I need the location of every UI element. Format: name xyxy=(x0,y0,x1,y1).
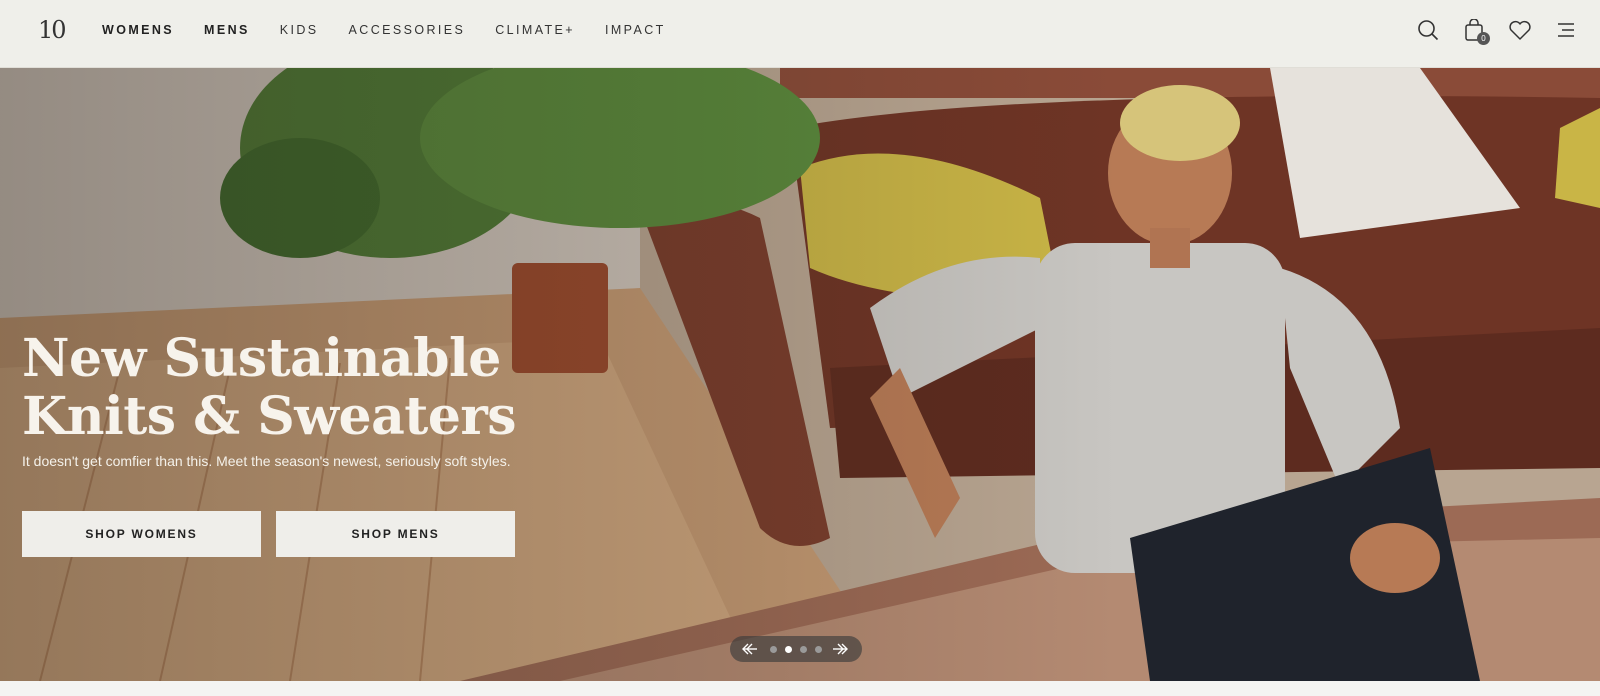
nav-impact[interactable]: IMPACT xyxy=(605,22,666,38)
carousel-dot-3[interactable] xyxy=(800,645,807,653)
carousel-controls xyxy=(730,636,862,662)
nav-accessories[interactable]: ACCESSORIES xyxy=(349,22,466,38)
carousel-dot-1[interactable] xyxy=(770,645,777,653)
nav-womens[interactable]: WOMENS xyxy=(102,22,174,38)
heart-icon[interactable] xyxy=(1508,18,1532,42)
main-nav: WOMENS MENS KIDS ACCESSORIES CLIMATE+ IM… xyxy=(102,22,696,38)
hero-banner: New Sustainable Knits & Sweaters It does… xyxy=(0,68,1600,681)
arrow-right-icon[interactable] xyxy=(832,642,850,656)
hero-title-line2: Knits & Sweaters xyxy=(22,386,517,447)
hero-title-line1: New Sustainable xyxy=(22,328,501,389)
hero-title: New Sustainable Knits & Sweaters xyxy=(22,330,582,446)
shop-womens-button[interactable]: SHOP WOMENS xyxy=(22,511,261,557)
brand-logo[interactable]: 10 xyxy=(38,16,74,44)
carousel-dot-4[interactable] xyxy=(815,645,822,653)
site-header: 10 WOMENS MENS KIDS ACCESSORIES CLIMATE+… xyxy=(0,0,1600,68)
header-icons: 0 xyxy=(1416,18,1578,45)
nav-climate[interactable]: CLIMATE+ xyxy=(495,22,575,38)
carousel-dot-2[interactable] xyxy=(785,645,792,653)
hero-subtitle: It doesn't get comfier than this. Meet t… xyxy=(22,453,511,469)
nav-kids[interactable]: KIDS xyxy=(280,22,319,38)
cart-count-badge: 0 xyxy=(1477,32,1490,45)
search-icon[interactable] xyxy=(1416,18,1440,42)
hamburger-menu-icon[interactable] xyxy=(1554,18,1578,42)
page-bottom-strip xyxy=(0,681,1600,696)
carousel-dots xyxy=(770,645,822,653)
shopping-bag-icon[interactable]: 0 xyxy=(1462,18,1490,45)
shop-mens-button[interactable]: SHOP MENS xyxy=(276,511,515,557)
arrow-left-icon[interactable] xyxy=(742,642,760,656)
nav-mens[interactable]: MENS xyxy=(204,22,250,38)
logo-text: 10 xyxy=(38,16,67,44)
